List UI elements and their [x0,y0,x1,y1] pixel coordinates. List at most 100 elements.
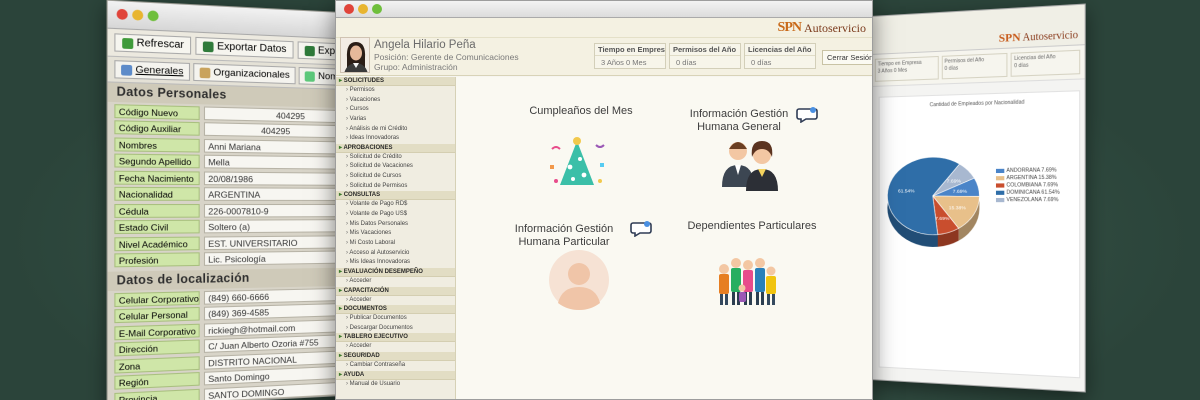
menu-item[interactable]: Solicitud de Vacaciones [336,162,455,172]
menu-item[interactable]: Permisos [336,86,455,96]
field-label: Nombres [114,137,200,153]
menu-item[interactable]: Solicitud de Crédito [336,153,455,163]
stat-value: 3 Años 0 Mes [601,58,647,67]
menu-item[interactable]: Acceder [336,277,455,287]
stat-licenses: Licencias del Año 0 días [1010,49,1081,77]
menu-item[interactable]: Volante de Pago US$ [336,210,455,220]
export-data-button[interactable]: Exportar Datos [195,36,294,59]
menu-item[interactable]: Mis Datos Personales [336,220,455,230]
field-label: Cédula [114,203,200,218]
field-label: Nacionalidad [114,187,200,202]
user-avatar-placeholder-icon[interactable] [548,249,610,311]
field-label: Estado Civil [114,220,200,235]
field-value[interactable]: 404295 [203,122,345,139]
tile-title-line: Información Gestión [514,223,614,235]
refresh-label: Refrescar [136,37,184,52]
legend-label: DOMINICANA 61.54% [1006,188,1060,196]
party-hat-icon[interactable] [546,135,608,193]
tile-hr-particular-title[interactable]: Información Gestión Humana Particular [494,223,634,249]
menu-section[interactable]: CAPACITACIÓN [336,286,455,296]
field-label: Nivel Académico [114,236,200,251]
avatar [340,37,370,73]
menu-item[interactable]: Acceso al Autoservicio [336,249,455,259]
field-label: Código Nuevo [114,103,200,120]
field-value[interactable]: (849) 660-6666 [203,287,345,305]
pie-chart: 7.69% 15.38% 7.69% 61.54% 7.69% [882,136,992,248]
refresh-button[interactable]: Refrescar [114,33,192,55]
close-window-button[interactable] [344,4,354,14]
tile-title-line: Humana General [697,121,781,133]
minimize-window-button[interactable] [132,9,144,21]
stat-permits: Permisos del Año 0 días [669,43,741,69]
menu-item[interactable]: Mi Costo Laboral [336,239,455,249]
field-label: Dirección [114,339,200,357]
menu-item[interactable]: Varias [336,115,455,125]
user-header: Angela Hilario Peña Posición: Gerente de… [336,37,872,76]
brand-bar: SPN Autoservicio [336,18,872,38]
menu-section[interactable]: AYUDA [336,370,455,380]
maximize-window-button[interactable] [147,10,159,22]
legend-swatch [995,182,1005,188]
legend-item: DOMINICANA 61.54% [995,188,1060,196]
sidebar-menu: SOLICITUDESPermisosVacacionesCursosVaria… [336,77,456,399]
minimize-window-button[interactable] [358,4,368,14]
self-service-portal-window: SPN Autoservicio Angela Hilario Peña Pos… [335,0,873,400]
menu-section[interactable]: TABLERO EJECUTIVO [336,333,455,343]
menu-item[interactable]: Manual de Usuario [336,380,455,390]
menu-item[interactable]: Descargar Documentos [336,324,455,334]
menu-section[interactable]: EVALUACIÓN DESEMPEÑO [336,267,455,277]
legend-label: VENEZOLANA 7.69% [1006,196,1059,203]
user-position: Posición: Gerente de Comunicaciones [374,52,519,62]
pie-value-label: 7.69% [953,188,968,194]
legend-label: ANDORRANA 7.69% [1006,166,1057,174]
close-window-button[interactable] [116,8,128,20]
tab-label: Organizacionales [213,66,290,81]
menu-item[interactable]: Volante de Pago RD$ [336,200,455,210]
menu-section[interactable]: DOCUMENTOS [336,305,455,315]
legend-item: ANDORRANA 7.69% [995,166,1060,174]
dashboard-chart-window: SPN Autoservicio Tiempo en Empresa 3 Años… [870,3,1086,393]
menu-item[interactable]: Análisis de mi Crédito [336,125,455,135]
dashboard-tiles: Cumpleaños del Mes Información Gestión H… [456,77,872,399]
pie-value-label: 15.38% [949,205,967,211]
logout-button[interactable]: Cerrar Sesión [822,50,872,65]
tab-organizacionales[interactable]: Organizacionales [193,63,296,85]
field-label: Código Auxiliar [114,120,200,137]
menu-item[interactable]: Solicitud de Cursos [336,172,455,182]
menu-item[interactable]: Mis Ideas Innovadoras [336,258,455,268]
menu-item[interactable]: Cambiar Contraseña [336,361,455,371]
menu-item[interactable]: Acceder [336,296,455,306]
menu-item[interactable]: Solicitud de Permisos [336,182,455,192]
field-value[interactable]: 20/08/1986 [203,171,345,186]
menu-item[interactable]: Ideas Innovadoras [336,134,455,144]
menu-item[interactable]: Publicar Documentos [336,314,455,324]
refresh-icon [122,37,134,49]
stat-value: 0 días [1014,62,1029,70]
menu-section[interactable]: SEGURIDAD [336,352,455,362]
tile-hr-general-title[interactable]: Información Gestión Humana General [674,108,804,134]
tile-dependents-title[interactable]: Dependientes Particulares [672,220,832,233]
menu-item[interactable]: Vacaciones [336,96,455,106]
maximize-window-button[interactable] [372,4,382,14]
user-photo-icon [341,38,369,72]
menu-item[interactable]: Acceder [336,342,455,352]
legend-item: ARGENTINA 15.38% [995,174,1060,182]
stat-title: Tiempo en Empresa [595,44,665,56]
tab-label: Generales [135,64,184,78]
home-icon [199,66,211,78]
brand-logo: SPN Autoservicio [778,20,866,36]
family-icon[interactable] [714,255,780,307]
menu-item[interactable]: Cursos [336,105,455,115]
chart-legend: ANDORRANA 7.69% ARGENTINA 15.38% COLOMBIAN… [995,166,1060,203]
menu-item[interactable]: Mis Vacaciones [336,229,455,239]
menu-section[interactable]: APROBACIONES [336,143,455,153]
legend-swatch [995,168,1005,173]
stat-value: 3 Años 0 Mes [877,67,908,75]
tab-generales[interactable]: Generales [114,60,190,81]
tile-birthdays-title[interactable]: Cumpleaños del Mes [506,105,656,118]
brand-logo-text: SPN [998,31,1021,45]
menu-section[interactable]: SOLICITUDES [336,77,455,86]
employees-icon[interactable] [718,135,782,191]
menu-section[interactable]: CONSULTAS [336,191,455,201]
tile-title-line: Información Gestión [689,108,789,120]
